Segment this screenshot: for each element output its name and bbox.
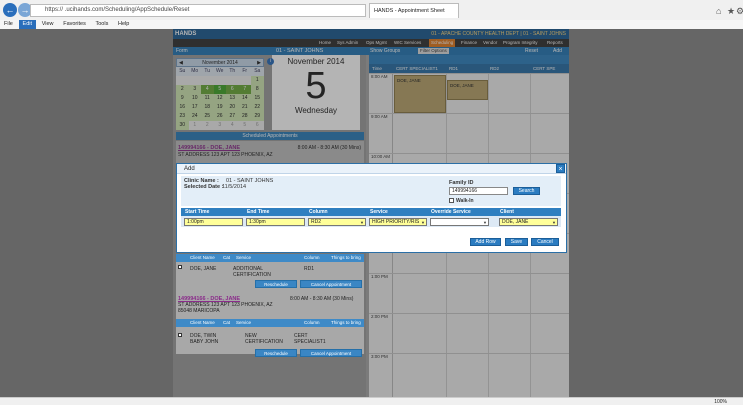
column-header: Column <box>304 255 320 260</box>
family-id-label: Family ID <box>449 180 474 186</box>
address-bar[interactable]: https:// .ucihands.com/Scheduling/AppSch… <box>30 4 366 17</box>
selected-date-value: 11/5/2014 <box>222 184 247 190</box>
column-header: Column <box>304 320 320 325</box>
back-arrow-icon[interactable]: ← <box>3 3 17 17</box>
chevron-down-icon: ▼ <box>483 220 487 225</box>
reschedule-button[interactable]: Reschedule <box>255 349 297 357</box>
cat-header: Cat <box>223 255 231 260</box>
search-button[interactable]: Search <box>513 187 540 195</box>
service-header: Service <box>370 209 388 215</box>
menu-view[interactable]: View <box>38 20 58 29</box>
client-header: Client <box>500 209 514 215</box>
service-header: Service <box>236 320 252 325</box>
walk-in-label: Walk-In <box>456 198 474 204</box>
menu-tools[interactable]: Tools <box>92 20 113 29</box>
start-time-header: Start Time <box>185 209 210 215</box>
chevron-down-icon: ▼ <box>360 220 364 225</box>
column-select-value: RD2 <box>311 219 322 225</box>
client-select-value: DOE, JANE <box>502 219 529 225</box>
service-header: Service <box>236 255 252 260</box>
chevron-down-icon: ▼ <box>421 220 425 225</box>
selected-date-label: Selected Date : <box>184 184 224 190</box>
menu-edit[interactable]: Edit <box>18 20 37 29</box>
close-icon[interactable]: × <box>556 164 565 173</box>
reschedule-button[interactable]: Reschedule <box>255 280 297 288</box>
column-header-label: Column <box>309 209 328 215</box>
save-button[interactable]: Save <box>505 238 528 246</box>
chevron-down-icon: ▼ <box>552 220 556 225</box>
service-select-value: HIGH PRIORITY/RIS <box>372 219 420 225</box>
column-select[interactable]: RD2 ▼ <box>308 218 366 226</box>
end-time-header: End Time <box>247 209 270 215</box>
walk-in-checkbox[interactable] <box>449 198 454 203</box>
appointment-time: 8:00 AM - 8:30 AM (30 Mins) <box>290 296 354 302</box>
status-bar: 100% <box>0 397 743 405</box>
appointment-table-header: Client Name Cat Service Column Things to… <box>176 319 364 327</box>
add-row-button[interactable]: Add Row <box>470 238 501 246</box>
service-cell: ADDITIONAL CERTIFICATION <box>233 266 271 278</box>
menu-file[interactable]: File <box>0 20 17 29</box>
client-name-cell: DOE, TWIN BABY JOHN <box>190 333 219 345</box>
star-icon[interactable]: ★ <box>727 6 735 17</box>
cancel-button[interactable]: Cancel <box>531 238 559 246</box>
row-checkbox[interactable] <box>178 265 182 269</box>
browser-tab[interactable]: HANDS - Appointment Sheet <box>369 3 459 18</box>
cancel-appointment-button[interactable]: Cancel Appointment <box>300 349 362 357</box>
override-service-select[interactable]: ▼ <box>430 218 489 226</box>
start-time-input[interactable]: 1:00pm <box>184 218 243 226</box>
home-icon[interactable]: ⌂ <box>716 6 721 16</box>
dialog-title: Add <box>177 164 566 174</box>
family-id-input[interactable]: 149994166 <box>449 187 508 195</box>
browser-chrome: ← → https:// .ucihands.com/Scheduling/Ap… <box>0 0 743 29</box>
client-name-cell: DOE, JANE <box>190 266 217 272</box>
column-cell: RD1 <box>304 266 315 272</box>
menu-bar: File Edit View Favorites Tools Help <box>0 20 743 29</box>
override-service-header: Override Service <box>431 209 471 215</box>
gear-icon[interactable]: ⚙ <box>736 6 743 17</box>
column-cell: CERT SPECIALIST1 <box>294 333 326 345</box>
client-name-header: Client Name <box>190 320 215 325</box>
things-header: Things to bring <box>331 255 361 260</box>
appointment-table-header: Client Name Cat Service Column Things to… <box>176 254 364 262</box>
cancel-appointment-button[interactable]: Cancel Appointment <box>300 280 362 288</box>
client-select[interactable]: DOE, JANE ▼ <box>499 218 558 226</box>
menu-favorites[interactable]: Favorites <box>59 20 90 29</box>
cat-header: Cat <box>223 320 231 325</box>
client-name-header: Client Name <box>190 255 215 260</box>
row-checkbox[interactable] <box>178 333 182 337</box>
end-time-input[interactable]: 1:30pm <box>246 218 305 226</box>
service-cell: NEW CERTIFICATION <box>245 333 283 345</box>
things-header: Things to bring <box>331 320 361 325</box>
menu-help[interactable]: Help <box>114 20 133 29</box>
service-select[interactable]: HIGH PRIORITY/RIS ▼ <box>369 218 427 226</box>
appointment-city: 85048 MARICOPA <box>178 308 220 314</box>
